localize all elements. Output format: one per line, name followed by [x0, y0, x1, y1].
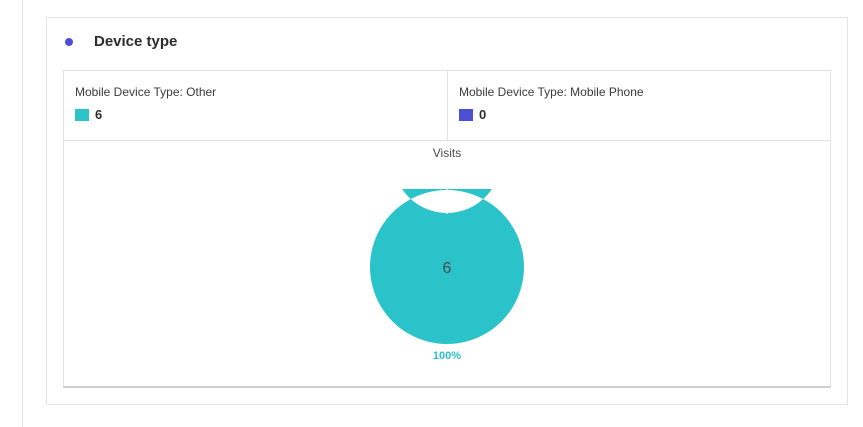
device-type-panel: Device type Mobile Device Type: Other 6 …	[46, 17, 848, 405]
legend-item-mobile-phone[interactable]: Mobile Device Type: Mobile Phone 0	[448, 71, 830, 141]
panel-header: Device type	[65, 33, 177, 50]
legend-value: 0	[479, 107, 487, 122]
bullet-icon	[65, 37, 73, 46]
legend-swatch	[75, 108, 89, 121]
panel-title: Device type	[94, 33, 178, 50]
legend-swatch	[459, 108, 473, 121]
percent-label: 100%	[432, 350, 462, 362]
legend-item-other[interactable]: Mobile Device Type: Other 6	[64, 71, 448, 141]
legend-value-row: 6	[75, 107, 102, 122]
metric-label: Visits	[432, 146, 462, 160]
donut-chart: Mobile Device Type: Other 6 Mobile Devic…	[63, 70, 831, 388]
chart-legend: Mobile Device Type: Other 6 Mobile Devic…	[64, 71, 830, 141]
legend-value-row: 0	[459, 107, 486, 122]
legend-value: 6	[95, 107, 103, 122]
legend-label: Mobile Device Type: Mobile Phone	[459, 85, 644, 99]
donut-center-total: 6	[443, 260, 452, 277]
legend-label: Mobile Device Type: Other	[75, 85, 217, 99]
left-divider	[22, 0, 23, 427]
donut-svg: 6	[370, 189, 524, 344]
